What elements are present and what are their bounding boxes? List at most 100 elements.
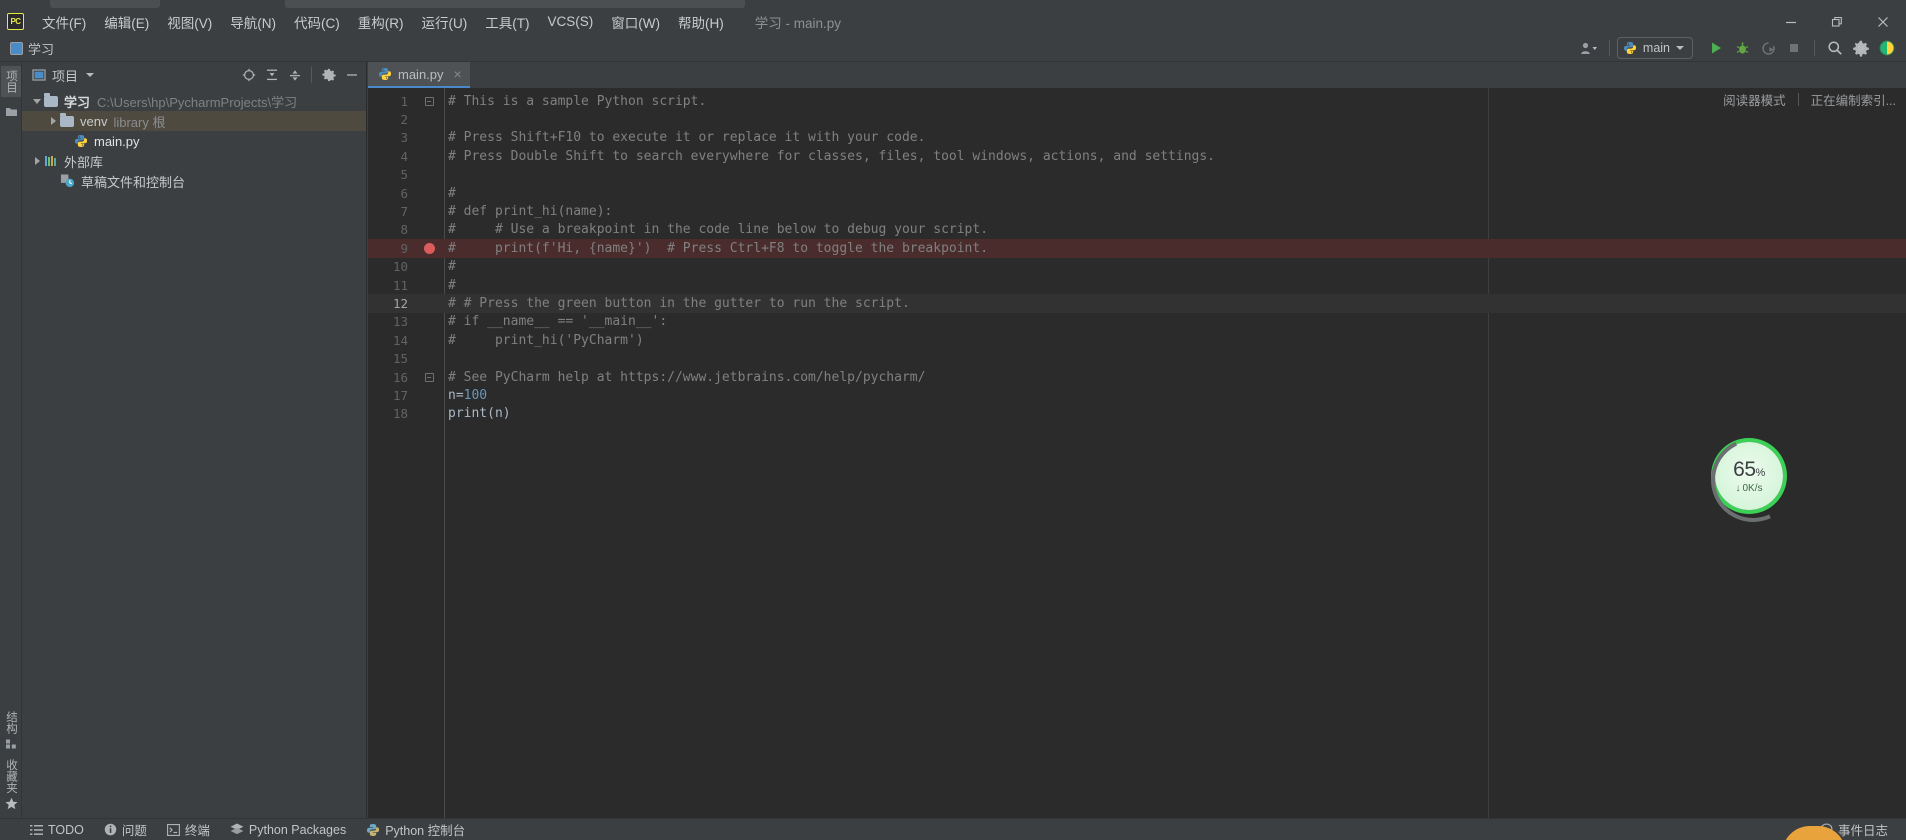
menu-file[interactable]: 文件(F) xyxy=(33,9,95,35)
tree-node-project-root[interactable]: 学习 C:\Users\hp\PycharmProjects\学习 xyxy=(22,91,366,111)
code-text: # xyxy=(444,259,456,274)
search-icon[interactable] xyxy=(1822,35,1848,61)
menu-view[interactable]: 视图(V) xyxy=(158,9,221,35)
status-python-console[interactable]: Python 控制台 xyxy=(356,819,475,840)
project-panel-title: 项目 xyxy=(52,66,78,85)
os-tab-pill-1 xyxy=(50,0,160,8)
debug-button[interactable] xyxy=(1729,35,1755,61)
editor-tab-main-py[interactable]: main.py × xyxy=(368,62,470,88)
code-text: # This is a sample Python script. xyxy=(444,94,706,109)
gutter-cell[interactable]: − xyxy=(414,97,444,106)
breadcrumb-label: 学习 xyxy=(28,39,54,58)
tool-window-structure-thumb[interactable] xyxy=(5,105,18,118)
run-configuration-selector[interactable]: main xyxy=(1617,37,1693,59)
code-line[interactable]: 1 − # This is a sample Python script. xyxy=(368,92,1906,110)
gutter-cell[interactable] xyxy=(414,243,444,254)
status-todo[interactable]: TODO xyxy=(20,819,94,840)
code-text: # print(f'Hi, {name}') # Press Ctrl+F8 t… xyxy=(444,241,988,256)
code-editor[interactable]: 阅读器模式 正在编制索引... 1 − # This is a sample P… xyxy=(368,88,1906,818)
code-line-caret[interactable]: 12 # # Press the green button in the gut… xyxy=(368,294,1906,312)
minimize-button[interactable] xyxy=(1768,8,1814,35)
code-line[interactable]: 6 # xyxy=(368,184,1906,202)
tool-window-structure-label: 结构 xyxy=(3,711,19,734)
tree-label-venv: venv xyxy=(80,114,107,129)
code-line[interactable]: 14 # print_hi('PyCharm') xyxy=(368,331,1906,349)
indexing-status-label: 正在编制索引... xyxy=(1811,90,1896,109)
tree-node-external-libraries[interactable]: 外部库 xyxy=(22,151,366,171)
folder-icon xyxy=(60,116,74,127)
line-number: 12 xyxy=(368,296,414,311)
code-line-breakpoint[interactable]: 9 # print(f'Hi, {name}') # Press Ctrl+F8… xyxy=(368,239,1906,257)
code-line[interactable]: 5 xyxy=(368,166,1906,184)
code-line[interactable]: 10 # xyxy=(368,258,1906,276)
code-lines[interactable]: 1 − # This is a sample Python script. 2 … xyxy=(368,88,1906,818)
status-python-packages[interactable]: Python Packages xyxy=(220,819,356,840)
status-problems[interactable]: 问题 xyxy=(94,819,157,840)
menu-help[interactable]: 帮助(H) xyxy=(669,9,733,35)
expand-arrow-right-icon[interactable] xyxy=(30,157,44,165)
line-number: 2 xyxy=(368,112,414,127)
gutter-cell[interactable]: − xyxy=(414,373,444,382)
tree-node-scratches[interactable]: 草稿文件和控制台 xyxy=(22,171,366,191)
menu-code[interactable]: 代码(C) xyxy=(285,9,349,35)
stop-button[interactable] xyxy=(1781,35,1807,61)
code-line[interactable]: 3 # Press Shift+F10 to execute it or rep… xyxy=(368,129,1906,147)
code-line[interactable]: 7 # def print_hi(name): xyxy=(368,202,1906,220)
code-line[interactable]: 8 # # Use a breakpoint in the code line … xyxy=(368,221,1906,239)
tree-node-main-py[interactable]: main.py xyxy=(22,131,366,151)
breadcrumb[interactable]: 学习 xyxy=(10,39,54,58)
expand-all-icon[interactable] xyxy=(261,65,282,86)
expand-arrow-down-icon[interactable] xyxy=(30,99,44,104)
gear-icon[interactable] xyxy=(1848,35,1874,61)
code-line[interactable]: 15 xyxy=(368,349,1906,367)
code-line[interactable]: 13 # if __name__ == '__main__': xyxy=(368,313,1906,331)
select-opened-file-icon[interactable] xyxy=(238,65,259,86)
menu-run[interactable]: 运行(U) xyxy=(413,9,477,35)
user-account-icon[interactable] xyxy=(1576,35,1602,61)
tree-detail-project-path: C:\Users\hp\PycharmProjects\学习 xyxy=(97,92,297,111)
code-line[interactable]: 18 print(n) xyxy=(368,405,1906,423)
line-number: 16 xyxy=(368,370,414,385)
status-terminal[interactable]: 终端 xyxy=(157,819,220,840)
fold-end-icon[interactable]: − xyxy=(425,373,434,382)
menu-edit[interactable]: 编辑(E) xyxy=(95,9,158,35)
run-button[interactable] xyxy=(1703,35,1729,61)
structure-icon xyxy=(5,738,17,750)
code-line[interactable]: 4 # Press Double Shift to search everywh… xyxy=(368,147,1906,165)
code-line[interactable]: 2 xyxy=(368,110,1906,128)
ide-badge-icon[interactable] xyxy=(1874,35,1900,61)
line-number: 8 xyxy=(368,222,414,237)
code-line[interactable]: 17 n=100 xyxy=(368,386,1906,404)
project-toolbar-separator xyxy=(311,67,312,83)
project-panel-chevron-icon[interactable] xyxy=(86,73,94,77)
menu-navigate[interactable]: 导航(N) xyxy=(221,9,285,35)
menu-window[interactable]: 窗口(W) xyxy=(602,9,669,35)
expand-arrow-right-icon[interactable] xyxy=(46,117,60,125)
download-percent: 65% xyxy=(1733,459,1765,480)
os-tab-pill-2 xyxy=(285,0,745,8)
restore-button[interactable] xyxy=(1814,8,1860,35)
coverage-button[interactable] xyxy=(1755,35,1781,61)
collapse-all-icon[interactable] xyxy=(284,65,305,86)
tool-window-structure[interactable]: 结构 xyxy=(3,711,19,750)
close-icon[interactable]: × xyxy=(454,66,462,82)
tool-window-project[interactable]: 项目 xyxy=(1,66,21,97)
reader-mode-label[interactable]: 阅读器模式 xyxy=(1723,90,1786,109)
code-line[interactable]: 11 # xyxy=(368,276,1906,294)
tool-window-project-label: 项目 xyxy=(3,70,19,93)
menu-refactor[interactable]: 重构(R) xyxy=(349,9,413,35)
fold-collapse-icon[interactable]: − xyxy=(425,97,434,106)
menu-vcs[interactable]: VCS(S) xyxy=(539,11,603,32)
download-progress-widget[interactable]: 65% ↓ 0K/s xyxy=(1715,442,1783,510)
hide-panel-icon[interactable] xyxy=(341,65,362,86)
tree-node-venv[interactable]: venv library 根 xyxy=(22,111,366,131)
project-settings-gear-icon[interactable] xyxy=(318,65,339,86)
close-button[interactable] xyxy=(1860,8,1906,35)
breakpoint-icon[interactable] xyxy=(424,243,435,254)
tree-detail-venv: library 根 xyxy=(113,112,165,131)
tool-window-favorites[interactable]: 收藏夹 xyxy=(3,759,19,811)
menu-tools[interactable]: 工具(T) xyxy=(476,9,538,35)
code-text: # Press Double Shift to search everywher… xyxy=(444,149,1215,164)
os-title-strip xyxy=(0,0,1906,8)
code-line[interactable]: 16 − # See PyCharm help at https://www.j… xyxy=(368,368,1906,386)
